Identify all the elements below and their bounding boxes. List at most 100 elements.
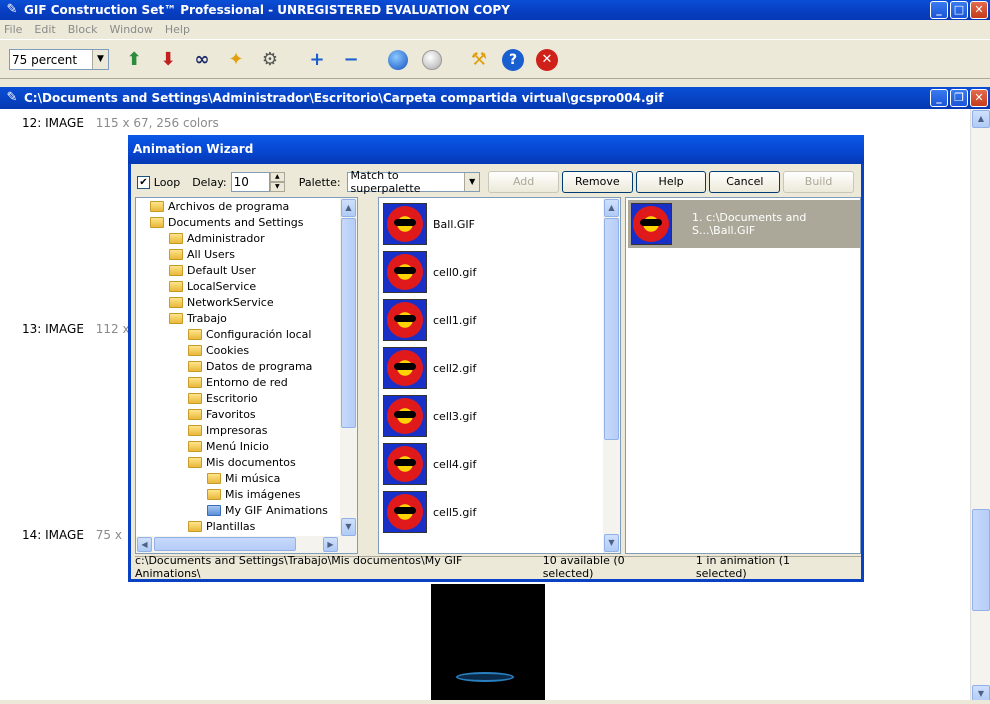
file-item-label: cell2.gif	[433, 361, 477, 375]
tree-horizontal-scrollbar[interactable]: ◀ ▶	[136, 536, 357, 553]
cancel-button[interactable]: Cancel	[709, 171, 781, 193]
export-icon[interactable]: ⬇	[156, 48, 180, 72]
scroll-up-icon[interactable]: ▲	[341, 199, 356, 217]
file-list[interactable]: ▲ ▼ Ball.GIF cell0.gif cell1.gif cell2.gif c…	[378, 197, 621, 554]
menu-edit[interactable]: Edit	[34, 23, 55, 36]
menu-file[interactable]: File	[4, 23, 22, 36]
scroll-right-icon[interactable]: ▶	[323, 537, 338, 552]
folder-icon	[207, 488, 221, 500]
tree-item-label: LocalService	[187, 279, 257, 293]
main-scrollbar[interactable]: ▲ ▼	[970, 109, 990, 704]
add-button[interactable]: Add	[488, 171, 559, 193]
scroll-thumb[interactable]	[341, 218, 356, 428]
block-row[interactable]: 12: IMAGE 115 x 67, 256 colors	[22, 116, 219, 130]
close-icon[interactable]: ✕	[535, 48, 559, 72]
menu-block[interactable]: Block	[68, 23, 98, 36]
zoom-out-icon[interactable]: −	[339, 48, 363, 72]
build-button[interactable]: Build	[783, 171, 854, 193]
tree-item[interactable]: Archivos de programa	[150, 198, 289, 214]
maximize-button[interactable]: □	[950, 1, 968, 19]
tree-item-label: All Users	[187, 247, 235, 261]
stop-icon[interactable]	[420, 48, 444, 72]
file-item[interactable]: cell1.gif	[383, 298, 476, 342]
help-icon[interactable]: ?	[501, 48, 525, 72]
menu-window[interactable]: Window	[110, 23, 153, 36]
file-item[interactable]: Ball.GIF	[383, 202, 475, 246]
tree-item[interactable]: Cookies	[188, 342, 249, 358]
block-row[interactable]: 14: IMAGE 75 x	[22, 528, 122, 542]
minimize-button[interactable]: _	[930, 1, 948, 19]
tree-item[interactable]: All Users	[169, 246, 235, 262]
folder-icon	[169, 264, 183, 276]
scroll-thumb[interactable]	[972, 509, 990, 611]
folder-icon	[188, 408, 202, 420]
tree-item[interactable]: LocalService	[169, 278, 256, 294]
tree-item-label: Cookies	[206, 343, 250, 357]
doc-minimize-button[interactable]: _	[930, 89, 948, 107]
gear-icon[interactable]: ⚙	[258, 48, 282, 72]
file-list-scrollbar[interactable]: ▲ ▼	[603, 198, 620, 553]
scroll-thumb[interactable]	[154, 537, 296, 551]
loop-checkbox[interactable]: ✔	[137, 175, 150, 189]
file-item[interactable]: cell4.gif	[383, 442, 476, 486]
tree-item-label: Configuración local	[206, 327, 312, 341]
insert-icon[interactable]: ⬆	[122, 48, 146, 72]
tree-item[interactable]: My GIF Animations	[207, 502, 328, 518]
spin-up-icon[interactable]: ▲	[270, 172, 285, 182]
file-item[interactable]: cell0.gif	[383, 250, 476, 294]
tree-item[interactable]: Datos de programa	[188, 358, 312, 374]
menu-bar: File Edit Block Window Help	[0, 20, 990, 40]
block-row[interactable]: 13: IMAGE 112 x	[22, 322, 130, 336]
tree-item[interactable]: Escritorio	[188, 390, 258, 406]
folder-tree[interactable]: Archivos de programa Documents and Settin…	[135, 197, 358, 554]
play-icon[interactable]	[386, 48, 410, 72]
spin-down-icon[interactable]: ▼	[270, 182, 285, 192]
folder-icon	[188, 520, 202, 532]
scroll-thumb[interactable]	[604, 218, 619, 440]
tree-item[interactable]: NetworkService	[169, 294, 274, 310]
tree-item[interactable]: Trabajo	[169, 310, 227, 326]
animation-item[interactable]: 1. c:\Documents and S...\Ball.GIF	[628, 200, 860, 248]
scroll-up-icon[interactable]: ▲	[972, 110, 990, 128]
tree-item[interactable]: Impresoras	[188, 422, 267, 438]
menu-help[interactable]: Help	[165, 23, 190, 36]
close-window-button[interactable]: ✕	[970, 1, 988, 19]
remove-button[interactable]: Remove	[561, 171, 633, 193]
tree-item[interactable]: Documents and Settings	[150, 214, 304, 230]
zoom-in-icon[interactable]: +	[305, 48, 329, 72]
tree-item[interactable]: Favoritos	[188, 406, 256, 422]
scroll-left-icon[interactable]: ◀	[137, 537, 152, 552]
animation-list[interactable]: 1. c:\Documents and S...\Ball.GIF	[625, 197, 861, 554]
file-thumbnail	[383, 251, 427, 293]
scroll-down-icon[interactable]: ▼	[341, 518, 356, 536]
help-button[interactable]: Help	[635, 171, 707, 193]
tree-item[interactable]: Mis imágenes	[207, 486, 301, 502]
palette-select[interactable]: Match to superpalette ▼	[346, 169, 481, 195]
tree-item[interactable]: Configuración local	[188, 326, 311, 342]
image-preview-shape	[456, 672, 514, 682]
scroll-down-icon[interactable]: ▼	[604, 534, 619, 552]
delay-stepper[interactable]: ▲ ▼	[270, 172, 285, 192]
wrench-icon[interactable]: ⚒	[467, 48, 491, 72]
tree-item[interactable]: Mis documentos	[188, 454, 296, 470]
tree-item[interactable]: Plantillas	[188, 518, 255, 534]
file-item[interactable]: cell5.gif	[383, 490, 476, 534]
file-item[interactable]: cell3.gif	[383, 394, 476, 438]
doc-restore-button[interactable]: ❐	[950, 89, 968, 107]
zoom-select[interactable]: 75 percent ▼	[9, 49, 109, 70]
chevron-down-icon[interactable]: ▼	[92, 50, 108, 69]
delay-input[interactable]: 10	[230, 172, 270, 192]
document-titlebar: ✎ C:\Documents and Settings\Administrado…	[0, 87, 990, 109]
tree-item[interactable]: Default User	[169, 262, 256, 278]
tree-scrollbar[interactable]: ▲ ▼	[340, 198, 357, 537]
tree-item[interactable]: Entorno de red	[188, 374, 288, 390]
wand-icon[interactable]: ✦	[224, 48, 248, 72]
tree-item[interactable]: Mi música	[207, 470, 280, 486]
chevron-down-icon[interactable]: ▼	[464, 173, 480, 191]
doc-close-button[interactable]: ✕	[970, 89, 988, 107]
tree-item[interactable]: Administrador	[169, 230, 265, 246]
binoculars-icon[interactable]: ∞	[190, 48, 214, 72]
tree-item[interactable]: Menú Inicio	[188, 438, 269, 454]
file-item[interactable]: cell2.gif	[383, 346, 476, 390]
scroll-up-icon[interactable]: ▲	[604, 199, 619, 217]
